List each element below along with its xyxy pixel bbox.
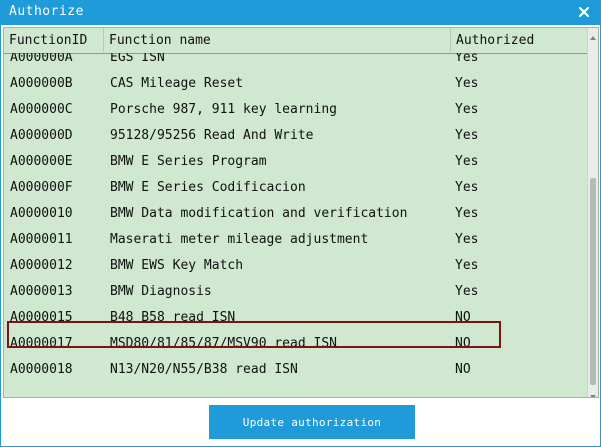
table-row[interactable]: A000000F BMW E Series Codificacion Yes	[4, 175, 590, 201]
update-authorization-button[interactable]: Update authorization	[209, 405, 415, 439]
cell-function-name: BMW Data modification and verification	[110, 206, 408, 221]
cell-function-id: A000000D	[10, 128, 73, 143]
table-row[interactable]: A000000A EGS ISN Yes	[4, 53, 590, 71]
cell-authorized: Yes	[455, 180, 479, 195]
vertical-scrollbar[interactable]	[587, 28, 598, 397]
cell-function-name: Porsche 987, 911 key learning	[110, 102, 337, 117]
table-row[interactable]: A000000B CAS Mileage Reset Yes	[4, 71, 590, 97]
column-header-function-name[interactable]: Function name	[104, 28, 451, 52]
scroll-up-arrow-icon[interactable]	[588, 28, 598, 40]
table-row[interactable]: A000000D 95128/95256 Read And Write Yes	[4, 123, 590, 149]
cell-function-name: BMW EWS Key Match	[110, 258, 244, 273]
table-row[interactable]: A0000010 BMW Data modification and verifi…	[4, 201, 590, 227]
cell-authorized: Yes	[455, 206, 479, 221]
column-header-authorized[interactable]: Authorized	[451, 28, 590, 52]
cell-function-name: B48 B58 read ISN	[110, 310, 236, 325]
cell-authorized: Yes	[455, 232, 479, 247]
function-table: FunctionID Function name Authorized A000…	[3, 27, 599, 398]
cell-function-name: N13/N20/N55/B38 read ISN	[110, 362, 298, 377]
table-row[interactable]: A000000E BMW E Series Program Yes	[4, 149, 590, 175]
cell-function-id: A0000018	[10, 362, 73, 377]
cell-function-name: 95128/95256 Read And Write	[110, 128, 314, 143]
cell-function-id: A000000E	[10, 154, 73, 169]
table-row[interactable]: A0000015 B48 B58 read ISN NO	[4, 305, 590, 331]
authorize-dialog: Authorize FunctionID Function name Autho…	[0, 0, 601, 447]
cell-function-id: A0000017	[10, 336, 73, 351]
cell-authorized: Yes	[455, 76, 479, 91]
cell-function-id: A000000A	[10, 53, 73, 65]
cell-function-name: EGS ISN	[110, 53, 165, 65]
scroll-down-arrow-icon[interactable]	[588, 387, 598, 397]
cell-function-name: BMW E Series Program	[110, 154, 267, 169]
cell-function-id: A0000015	[10, 310, 73, 325]
table-row[interactable]: A0000013 BMW Diagnosis Yes	[4, 279, 590, 305]
cell-function-id: A0000010	[10, 206, 73, 221]
table-row[interactable]: A0000011 Maserati meter mileage adjustmen…	[4, 227, 590, 253]
close-icon[interactable]	[574, 2, 594, 22]
table-body: A000000A EGS ISN Yes A000000B CAS Mileage Re…	[4, 53, 590, 397]
scrollbar-thumb[interactable]	[590, 178, 596, 385]
cell-function-id: A0000012	[10, 258, 73, 273]
cell-function-name: CAS Mileage Reset	[110, 76, 244, 91]
window-title: Authorize	[9, 4, 84, 19]
cell-authorized: NO	[455, 310, 471, 325]
table-row[interactable]: A000000C Porsche 987, 911 key learning Yes	[4, 97, 590, 123]
cell-authorized: Yes	[455, 154, 479, 169]
table-header: FunctionID Function name Authorized	[4, 28, 590, 54]
table-row[interactable]: A0000012 BMW EWS Key Match Yes	[4, 253, 590, 279]
cell-function-id: A000000C	[10, 102, 73, 117]
cell-authorized: Yes	[455, 284, 479, 299]
cell-authorized: Yes	[455, 53, 479, 65]
table-row[interactable]: A0000018 N13/N20/N55/B38 read ISN NO	[4, 357, 590, 383]
cell-function-name: Maserati meter mileage adjustment	[110, 232, 369, 247]
table-row[interactable]: A0000017 MSD80/81/85/87/MSV90 read ISN NO	[4, 331, 590, 357]
cell-function-id: A0000011	[10, 232, 73, 247]
cell-function-name: BMW E Series Codificacion	[110, 180, 306, 195]
title-bar[interactable]: Authorize	[1, 0, 600, 25]
cell-authorized: Yes	[455, 258, 479, 273]
cell-authorized: Yes	[455, 102, 479, 117]
cell-function-id: A0000013	[10, 284, 73, 299]
cell-authorized: NO	[455, 336, 471, 351]
cell-function-name: MSD80/81/85/87/MSV90 read ISN	[110, 336, 337, 351]
cell-authorized: NO	[455, 362, 471, 377]
cell-authorized: Yes	[455, 128, 479, 143]
cell-function-name: BMW Diagnosis	[110, 284, 212, 299]
column-header-function-id[interactable]: FunctionID	[4, 28, 104, 52]
cell-function-id: A000000F	[10, 180, 73, 195]
cell-function-id: A000000B	[10, 76, 73, 91]
